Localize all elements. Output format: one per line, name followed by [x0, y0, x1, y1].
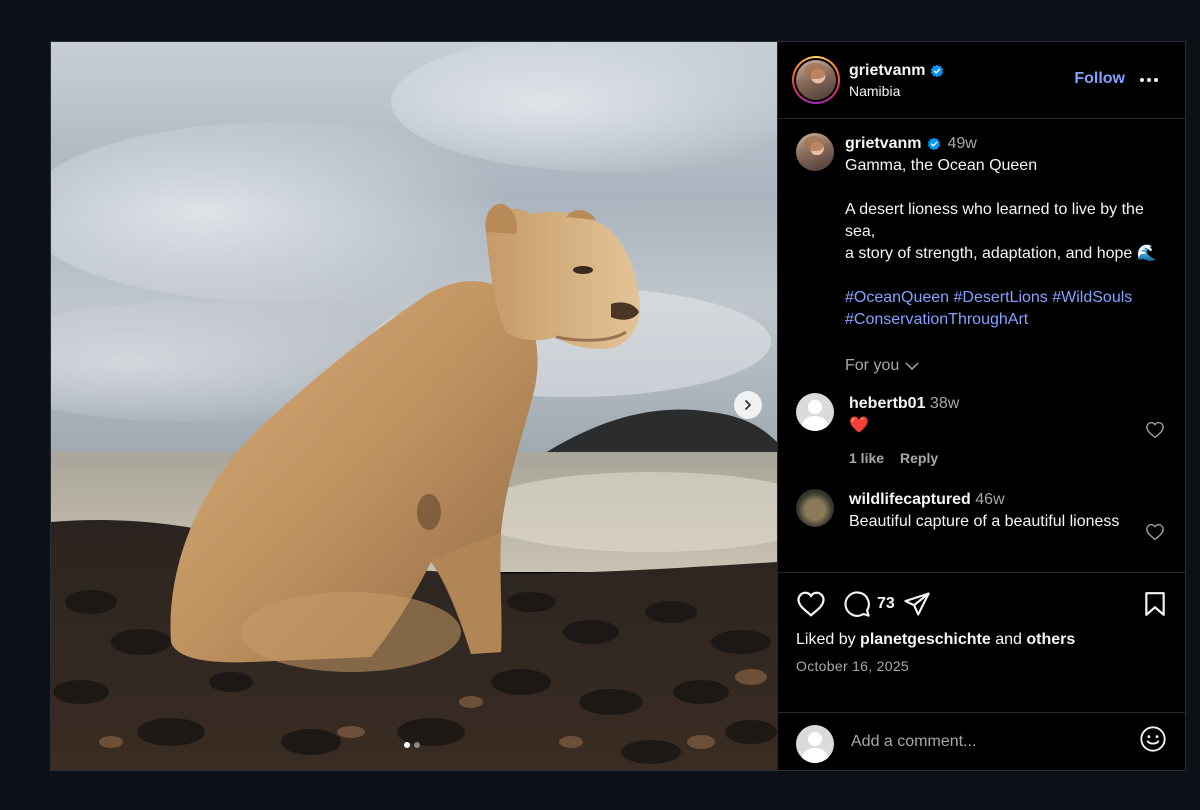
smiley-icon [1140, 726, 1166, 752]
verified-badge-icon [931, 64, 944, 77]
comment-avatar[interactable] [796, 489, 834, 527]
comment-username[interactable]: hebertb01 [849, 395, 925, 412]
current-user-avatar [796, 724, 834, 763]
post-dialog: grietvanm Namibia Follow grietvanm 49w G… [50, 41, 1186, 771]
caption-line: a story of strength, adaptation, and hop… [845, 245, 1157, 262]
chevron-down-icon [905, 362, 919, 370]
chevron-right-icon [745, 400, 751, 410]
comment-item: wildlifecaptured 46w Beautiful capture o… [778, 489, 1185, 541]
post-header: grietvanm Namibia Follow [778, 42, 1185, 119]
post-actions: 73 Liked by planetgeschichte and others [778, 572, 1185, 713]
comment-item: hebertb01 38w ❤️ 1 like Reply [778, 393, 1185, 469]
for-you-toggle[interactable]: For you [845, 357, 1185, 375]
comment-time[interactable]: 38w [930, 395, 959, 412]
add-comment-bar [778, 712, 1185, 770]
liked-by-others[interactable]: others [1026, 631, 1075, 648]
carousel-indicator [404, 742, 420, 748]
caption-blank [845, 177, 1167, 199]
save-button[interactable] [1143, 591, 1167, 617]
carousel-dot [404, 742, 410, 748]
liked-by-line: Liked by planetgeschichte and others [778, 621, 1185, 649]
post-media[interactable] [51, 42, 777, 770]
post-side-panel: grietvanm Namibia Follow grietvanm 49w G… [777, 42, 1185, 770]
heart-icon [1146, 523, 1164, 541]
author-username-row[interactable]: grietvanm [849, 62, 944, 80]
next-slide-button[interactable] [734, 391, 762, 419]
comment-like-button[interactable] [1145, 523, 1165, 546]
comment-count[interactable]: 73 [877, 595, 895, 613]
comment-text: Beautiful capture of a beautiful lioness [849, 513, 1120, 530]
verified-badge-icon [928, 137, 941, 151]
comment-likes[interactable]: 1 like [849, 447, 884, 469]
heart-icon [797, 591, 825, 617]
comment-button[interactable] [843, 590, 871, 618]
comment-text: ❤️ [849, 417, 869, 434]
comment-username[interactable]: wildlifecaptured [849, 491, 971, 508]
more-dots-icon [1140, 78, 1158, 82]
caption-blank [845, 265, 1167, 287]
follow-button[interactable]: Follow [1074, 70, 1125, 88]
post-caption: grietvanm 49w Gamma, the Ocean Queen A d… [778, 119, 1185, 331]
liked-by-and: and [995, 631, 1022, 648]
emoji-picker-button[interactable] [1139, 725, 1167, 758]
comment-input[interactable] [849, 731, 1139, 752]
comment-like-button[interactable] [1145, 421, 1165, 444]
for-you-label: For you [845, 357, 900, 374]
comment-time[interactable]: 46w [975, 491, 1004, 508]
caption-avatar[interactable] [796, 133, 834, 171]
share-button[interactable] [903, 591, 931, 617]
author-avatar-image [796, 60, 836, 100]
more-options-button[interactable] [1139, 70, 1159, 88]
comment-bubble-icon [844, 591, 870, 617]
liked-by-prefix: Liked by [796, 631, 856, 648]
carousel-dot [414, 742, 420, 748]
post-location[interactable]: Namibia [849, 83, 944, 99]
comment-avatar[interactable] [796, 393, 834, 431]
send-icon [904, 592, 930, 616]
lioness-photo [51, 42, 777, 770]
caption-username[interactable]: grietvanm [845, 133, 921, 155]
caption-time[interactable]: 49w [947, 133, 976, 155]
post-date[interactable]: October 16, 2025 [778, 649, 1185, 674]
liked-by-user[interactable]: planetgeschichte [860, 631, 991, 648]
comment-reply-button[interactable]: Reply [900, 447, 938, 469]
caption-hashtags[interactable]: #OceanQueen #DesertLions #WildSouls #Con… [845, 287, 1167, 331]
author-avatar[interactable] [792, 56, 840, 104]
heart-icon [1146, 421, 1164, 439]
caption-line: A desert lioness who learned to live by … [845, 201, 1149, 240]
caption-title: Gamma, the Ocean Queen [845, 157, 1038, 174]
bookmark-icon [1145, 592, 1165, 616]
author-username[interactable]: grietvanm [849, 62, 925, 80]
like-button[interactable] [796, 590, 826, 618]
comments-scroll-area[interactable]: grietvanm 49w Gamma, the Ocean Queen A d… [778, 119, 1185, 571]
